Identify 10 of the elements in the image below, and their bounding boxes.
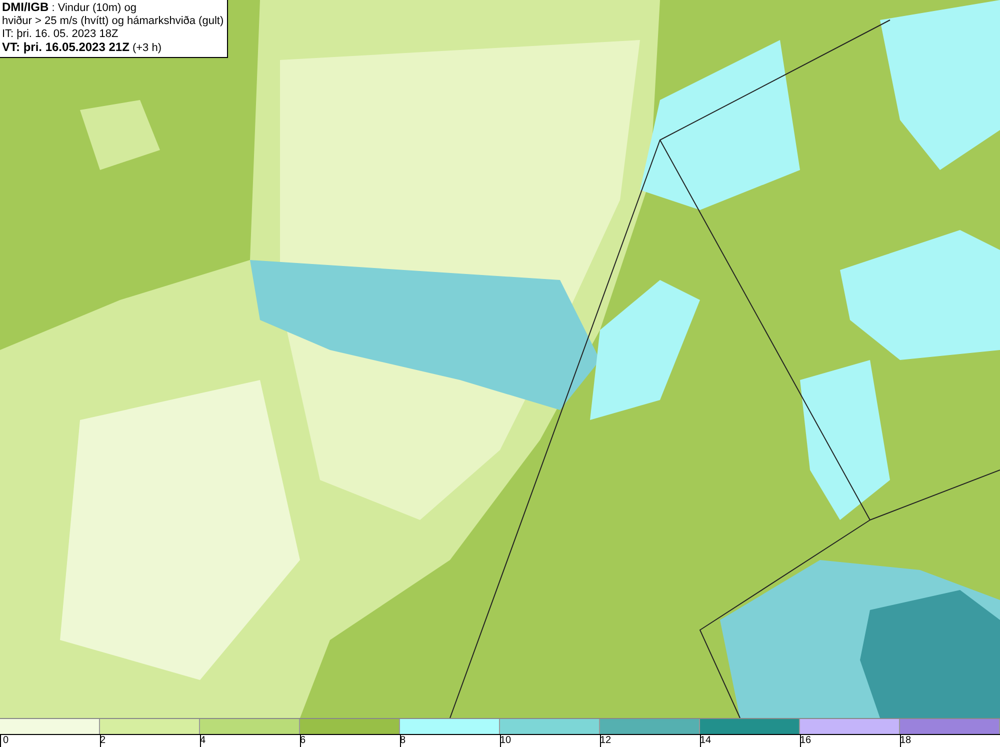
title-line: VT: þri. 16.05.2023 21Z (+3 h)	[2, 41, 163, 55]
legend-label: 0	[2, 735, 9, 747]
legend-label: 16	[799, 735, 812, 747]
legend-label: 14	[699, 735, 712, 747]
title-line: IT: þri. 16. 05. 2023 18Z	[2, 28, 120, 41]
title-line: DMI/IGB : Vindur (10m) og	[2, 1, 138, 15]
legend-label: 18	[899, 735, 912, 747]
title-line: hviður > 25 m/s (hvítt) og hámarkshviða (gult)	[2, 15, 224, 28]
legend-label: 12	[599, 735, 612, 747]
legend-label: 10	[499, 735, 512, 747]
